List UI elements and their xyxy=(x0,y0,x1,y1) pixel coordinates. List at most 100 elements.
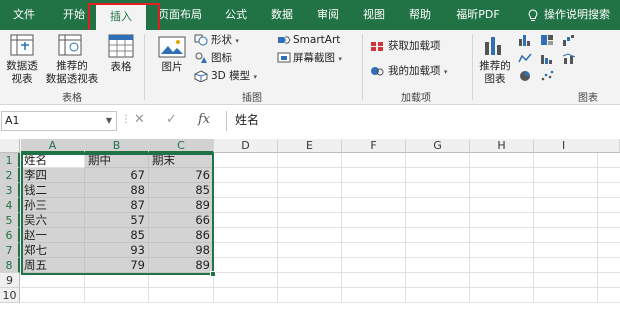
tell-me-search[interactable]: 操作说明搜索 xyxy=(544,0,620,30)
row-header[interactable]: 5 xyxy=(0,213,20,228)
column-header[interactable]: I xyxy=(534,139,620,153)
recommended-charts-button[interactable]: 推荐的 图表 xyxy=(476,60,514,86)
statistic-chart-icon xyxy=(541,55,552,64)
my-addins-icon xyxy=(371,67,384,76)
column-chart-icon xyxy=(519,35,530,46)
column-header[interactable]: C xyxy=(149,139,214,153)
cell-c9[interactable] xyxy=(149,273,214,288)
select-all-corner[interactable] xyxy=(0,139,20,153)
row-header[interactable]: 6 xyxy=(0,228,20,243)
column-header[interactable]: F xyxy=(342,139,406,153)
row-header[interactable]: 3 xyxy=(0,183,20,198)
pictures-button[interactable]: 图片 xyxy=(154,61,190,74)
icons-button[interactable]: 图标 xyxy=(211,51,232,65)
get-addins-button[interactable]: 获取加载项 xyxy=(388,39,441,53)
cell-c8[interactable]: 89 xyxy=(149,258,214,273)
column-header[interactable]: D xyxy=(214,139,278,153)
pivot-table-icon xyxy=(10,34,34,56)
cell-b2[interactable]: 67 xyxy=(85,168,149,183)
more-options-icon[interactable]: ⋮ xyxy=(121,114,131,125)
cell-a4[interactable]: 孙三 xyxy=(21,198,85,213)
cancel-edit-icon[interactable]: ✕ xyxy=(134,112,145,127)
shapes-label: 形状 xyxy=(211,34,232,46)
pie-chart-icon xyxy=(520,71,530,81)
column-header[interactable]: B xyxy=(85,139,149,153)
my-addins-button[interactable]: 我的加载项 ▾ xyxy=(388,64,447,79)
cell-c10[interactable] xyxy=(149,288,214,303)
empty-grid-area[interactable] xyxy=(214,153,620,303)
recommended-pivot-button[interactable]: 推荐的 数据透视表 xyxy=(44,60,100,86)
insert-function-icon[interactable]: fx xyxy=(198,112,210,127)
table-button[interactable]: 表格 xyxy=(104,61,138,74)
column-header[interactable]: G xyxy=(406,139,470,153)
chevron-down-icon[interactable]: ▼ xyxy=(106,112,112,130)
tab-foxit-pdf[interactable]: 福昕PDF xyxy=(448,0,508,30)
lightbulb-icon xyxy=(528,9,538,21)
3d-models-button[interactable]: 3D 模型 ▾ xyxy=(211,69,257,84)
recommended-chart-icon xyxy=(485,37,501,55)
group-label-illustrations: 插图 xyxy=(242,93,262,104)
smartart-button[interactable]: SmartArt xyxy=(293,33,340,47)
cell-a7[interactable]: 郑七 xyxy=(21,243,85,258)
column-header[interactable]: E xyxy=(278,139,342,153)
cell-c4[interactable]: 89 xyxy=(149,198,214,213)
3d-model-icon xyxy=(194,70,208,82)
cell-a3[interactable]: 钱二 xyxy=(21,183,85,198)
name-box[interactable]: A1 ▼ xyxy=(1,111,117,131)
group-label-tables: 表格 xyxy=(62,93,82,104)
cell-b6[interactable]: 85 xyxy=(85,228,149,243)
tab-review[interactable]: 审阅 xyxy=(312,0,344,30)
cell-a8[interactable]: 周五 xyxy=(21,258,85,273)
column-header[interactable]: A xyxy=(21,139,85,153)
ribbon-tab-bar: 文件 开始 插入 页面布局 公式 数据 审阅 视图 帮助 福昕PDF 操作说明搜… xyxy=(0,0,620,30)
column-header[interactable]: H xyxy=(470,139,534,153)
tab-home[interactable]: 开始 xyxy=(54,0,94,30)
shapes-button[interactable]: 形状 ▾ xyxy=(211,33,239,48)
cell-b7[interactable]: 93 xyxy=(85,243,149,258)
name-box-value: A1 xyxy=(5,114,20,127)
tab-view[interactable]: 视图 xyxy=(358,0,390,30)
cell-c3[interactable]: 85 xyxy=(149,183,214,198)
cell-a10[interactable] xyxy=(21,288,85,303)
cell-b3[interactable]: 88 xyxy=(85,183,149,198)
combo-chart-icon xyxy=(562,53,576,64)
row-header[interactable]: 10 xyxy=(0,288,20,303)
cell-c5[interactable]: 66 xyxy=(149,213,214,228)
pivot-table-button[interactable]: 数据透 视表 xyxy=(2,60,42,86)
cell-b4[interactable]: 87 xyxy=(85,198,149,213)
cell-b5[interactable]: 57 xyxy=(85,213,149,228)
cell-c2[interactable]: 76 xyxy=(149,168,214,183)
confirm-edit-icon[interactable]: ✓ xyxy=(166,112,177,127)
cell-a2[interactable]: 李四 xyxy=(21,168,85,183)
cell-c7[interactable]: 98 xyxy=(149,243,214,258)
cell-b9[interactable] xyxy=(85,273,149,288)
cell-a6[interactable]: 赵一 xyxy=(21,228,85,243)
fill-handle[interactable] xyxy=(210,271,216,277)
cell-a9[interactable] xyxy=(21,273,85,288)
screenshot-button[interactable]: 屏幕截图 ▾ xyxy=(293,51,342,66)
smartart-icon xyxy=(278,36,291,44)
formula-input[interactable]: 姓名 xyxy=(226,111,620,131)
tab-help[interactable]: 帮助 xyxy=(404,0,436,30)
tab-data[interactable]: 数据 xyxy=(266,0,298,30)
row-header[interactable]: 9 xyxy=(0,273,20,288)
cell-c6[interactable]: 86 xyxy=(149,228,214,243)
tab-file[interactable]: 文件 xyxy=(4,0,44,30)
row-header[interactable]: 7 xyxy=(0,243,20,258)
icons-icon xyxy=(195,52,207,63)
tab-page-layout[interactable]: 页面布局 xyxy=(150,0,210,30)
store-icon xyxy=(371,42,383,51)
tab-formulas[interactable]: 公式 xyxy=(220,0,252,30)
group-label-addins: 加载项 xyxy=(401,93,431,104)
cell-a5[interactable]: 吴六 xyxy=(21,213,85,228)
row-header[interactable]: 1 xyxy=(0,153,20,168)
cell-c1[interactable]: 期末 xyxy=(149,153,214,168)
row-header[interactable]: 8 xyxy=(0,258,20,273)
cell-b10[interactable] xyxy=(85,288,149,303)
cell-b8[interactable]: 79 xyxy=(85,258,149,273)
cell-b1[interactable]: 期中 xyxy=(85,153,149,168)
tab-insert[interactable]: 插入 xyxy=(96,4,146,30)
row-header[interactable]: 2 xyxy=(0,168,20,183)
cell-a1[interactable]: 姓名 xyxy=(21,153,85,168)
row-header[interactable]: 4 xyxy=(0,198,20,213)
